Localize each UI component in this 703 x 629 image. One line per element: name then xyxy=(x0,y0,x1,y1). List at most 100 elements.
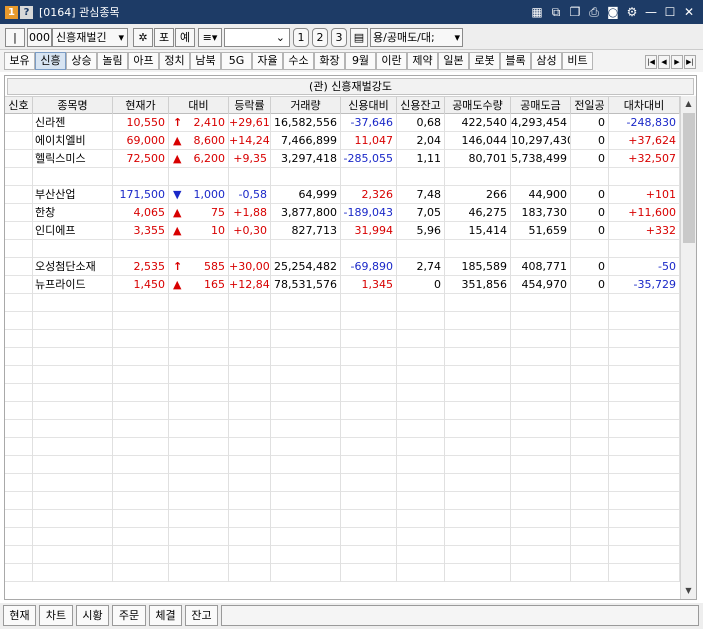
page-3-button[interactable]: 3 xyxy=(331,28,347,47)
cell-rate xyxy=(229,312,271,330)
table-row[interactable]: 부산산업 171,500 ▼ 1,000 -0,58 64,999 2,326 7,48 266… xyxy=(5,186,680,204)
tab-jeongchi[interactable]: 정치 xyxy=(159,52,190,70)
order-button[interactable]: 주문 xyxy=(112,605,146,626)
col-volume[interactable]: 거래량 xyxy=(271,97,341,114)
tab-hwajang[interactable]: 화장 xyxy=(314,52,345,70)
table-row[interactable] xyxy=(5,510,680,528)
tab-sinheung[interactable]: 신흥 xyxy=(35,52,66,70)
document-button[interactable]: ▤ xyxy=(350,28,368,47)
table-row[interactable] xyxy=(5,474,680,492)
tab-robot[interactable]: 로봇 xyxy=(469,52,500,70)
scroll-thumb[interactable] xyxy=(683,113,695,243)
camera-icon[interactable]: ◙ xyxy=(605,4,621,20)
view-mode-select[interactable]: ≡▾ xyxy=(198,28,222,47)
table-row[interactable]: 신라젠 10,550 ↑ 2,410 +29,61 16,582,556 -37,646 0,… xyxy=(5,114,680,132)
settings-button[interactable]: ✲ xyxy=(133,28,153,47)
vertical-scrollbar[interactable]: ▲ ▼ xyxy=(680,96,696,599)
tab-block[interactable]: 블록 xyxy=(500,52,531,70)
tab-sangseung[interactable]: 상승 xyxy=(66,52,97,70)
table-row[interactable]: 인디에프 3,355 ▲ 10 +0,30 827,713 31,994 5,96 15,414… xyxy=(5,222,680,240)
col-credit[interactable]: 신용대비 xyxy=(341,97,397,114)
tab-first-icon[interactable]: |◀ xyxy=(645,55,657,69)
tab-next-icon[interactable]: ▶ xyxy=(671,55,683,69)
table-row[interactable] xyxy=(5,564,680,582)
first-group-button[interactable]: |◀◀ xyxy=(5,28,25,61)
tab-nollim[interactable]: 놀림 xyxy=(97,52,128,70)
col-credit-balance[interactable]: 신용잔고 xyxy=(397,97,445,114)
tab-boyu[interactable]: 보유 xyxy=(4,52,35,70)
col-price[interactable]: 현재가 xyxy=(113,97,169,114)
balance-button[interactable]: 잔고 xyxy=(185,605,218,626)
tab-last-icon[interactable]: ▶| xyxy=(684,55,696,69)
cell-name xyxy=(33,384,113,402)
table-row[interactable] xyxy=(5,492,680,510)
table-row[interactable] xyxy=(5,384,680,402)
table-row[interactable] xyxy=(5,312,680,330)
print-icon[interactable]: ⎙ xyxy=(586,4,602,20)
col-rate[interactable]: 등락률 xyxy=(229,97,271,114)
table-row[interactable] xyxy=(5,420,680,438)
table-row[interactable] xyxy=(5,330,680,348)
help-icon[interactable]: ? xyxy=(20,5,33,19)
col-diff[interactable]: 대비 xyxy=(169,97,229,114)
maximize-icon[interactable]: ☐ xyxy=(662,4,678,20)
fill-button[interactable]: 체결 xyxy=(149,605,182,626)
table-row[interactable] xyxy=(5,294,680,312)
table-row[interactable] xyxy=(5,456,680,474)
link-icon[interactable]: ⧉ xyxy=(548,4,564,20)
tab-apeu[interactable]: 아프 xyxy=(128,52,159,70)
col-prev-short[interactable]: 전일공 xyxy=(571,97,609,114)
minimize-icon[interactable]: — xyxy=(643,4,659,20)
page-2-button[interactable]: 2 xyxy=(312,28,328,47)
scroll-down-icon[interactable]: ▼ xyxy=(681,583,696,599)
chart-button[interactable]: 차트 xyxy=(39,605,73,626)
close-icon[interactable]: ✕ xyxy=(681,4,697,20)
table-row[interactable] xyxy=(5,546,680,564)
table-row[interactable] xyxy=(5,366,680,384)
table-row[interactable] xyxy=(5,438,680,456)
table-row[interactable]: 뉴프라이드 1,450 ▲ 165 +12,84 78,531,576 1,345 0 351,… xyxy=(5,276,680,294)
cell-rate: -0,58 xyxy=(229,186,271,204)
cell-vol xyxy=(271,402,341,420)
cell-rate xyxy=(229,510,271,528)
table-row[interactable]: 헬릭스미스 72,500 ▲ 6,200 +9,35 3,297,418 -285,055 1… xyxy=(5,150,680,168)
tab-suso[interactable]: 수소 xyxy=(283,52,314,70)
page-1-button[interactable]: 1 xyxy=(293,28,309,47)
group-name-select[interactable]: 신흥재벌긴 ▾ xyxy=(52,28,128,47)
tab-prev-icon[interactable]: ◀ xyxy=(658,55,670,69)
current-button[interactable]: 현재 xyxy=(3,605,36,626)
search-combo[interactable]: ⌄ xyxy=(224,28,290,47)
tab-9wol[interactable]: 9월 xyxy=(345,52,376,70)
table-row[interactable] xyxy=(5,240,680,258)
table-row[interactable]: 에이치엘비 69,000 ▲ 8,600 +14,24 7,466,899 11,047 2,… xyxy=(5,132,680,150)
col-short-amount[interactable]: 공매도금 xyxy=(511,97,571,114)
table-row[interactable] xyxy=(5,348,680,366)
gear-icon[interactable]: ⚙ xyxy=(624,4,640,20)
col-short-qty[interactable]: 공매도수량 xyxy=(445,97,511,114)
tab-5g[interactable]: 5G xyxy=(221,52,252,70)
col-loan[interactable]: 대차대비 xyxy=(609,97,680,114)
table-row[interactable] xyxy=(5,402,680,420)
col-name[interactable]: 종목명 xyxy=(33,97,113,114)
po-button[interactable]: 포 xyxy=(154,28,174,47)
table-row[interactable]: 한창 4,065 ▲ 75 +1,88 3,877,800 -189,043 7,05 46,2… xyxy=(5,204,680,222)
window-number-icon[interactable]: 1 xyxy=(5,5,18,19)
tab-nambuk[interactable]: 남북 xyxy=(190,52,221,70)
market-button[interactable]: 시황 xyxy=(76,605,109,626)
tab-ilbon[interactable]: 일본 xyxy=(438,52,469,70)
table-row[interactable]: 오성첨단소재 2,535 ↑ 585 +30,00 25,254,482 -69,890 2,… xyxy=(5,258,680,276)
table-row[interactable] xyxy=(5,168,680,186)
ye-button[interactable]: 예 xyxy=(175,28,195,47)
tab-iran[interactable]: 이란 xyxy=(376,52,407,70)
tab-jayul[interactable]: 자율 xyxy=(252,52,283,70)
col-signal[interactable]: 신호 xyxy=(5,97,33,114)
table-row[interactable] xyxy=(5,528,680,546)
scroll-up-icon[interactable]: ▲ xyxy=(681,96,696,112)
grid-icon[interactable]: ▦ xyxy=(529,4,545,20)
tab-samsung[interactable]: 삼성 xyxy=(531,52,562,70)
tab-jeyak[interactable]: 제약 xyxy=(407,52,438,70)
tab-bit[interactable]: 비트 xyxy=(562,52,593,70)
field-select[interactable]: 용/공매도/대; ▾ xyxy=(370,28,463,47)
copy-icon[interactable]: ❐ xyxy=(567,4,583,20)
group-code-field[interactable]: 000 xyxy=(27,28,52,47)
